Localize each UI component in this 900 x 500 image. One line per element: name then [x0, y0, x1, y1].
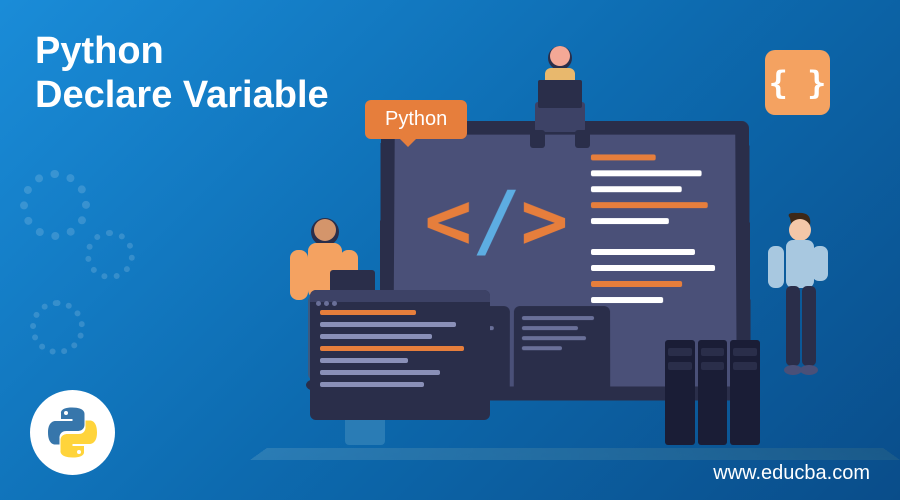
person-standing-right-icon — [750, 210, 860, 440]
person-sitting-icon — [510, 40, 610, 150]
python-tag-badge: Python — [365, 100, 467, 139]
server-rack-icon — [665, 340, 760, 445]
title-line-1: Python — [35, 30, 164, 72]
code-window-decoration — [310, 290, 490, 420]
hero-illustration: </> Python { } — [280, 30, 840, 460]
python-logo-icon — [30, 390, 115, 475]
code-bracket-icon: </> — [424, 174, 569, 267]
gear-icon — [30, 300, 85, 355]
gear-icon — [20, 170, 90, 240]
code-lines-decoration — [591, 154, 721, 313]
footer-url: www.educba.com — [713, 462, 870, 485]
gear-icon — [85, 230, 135, 280]
curly-braces-icon: { } — [765, 50, 830, 115]
